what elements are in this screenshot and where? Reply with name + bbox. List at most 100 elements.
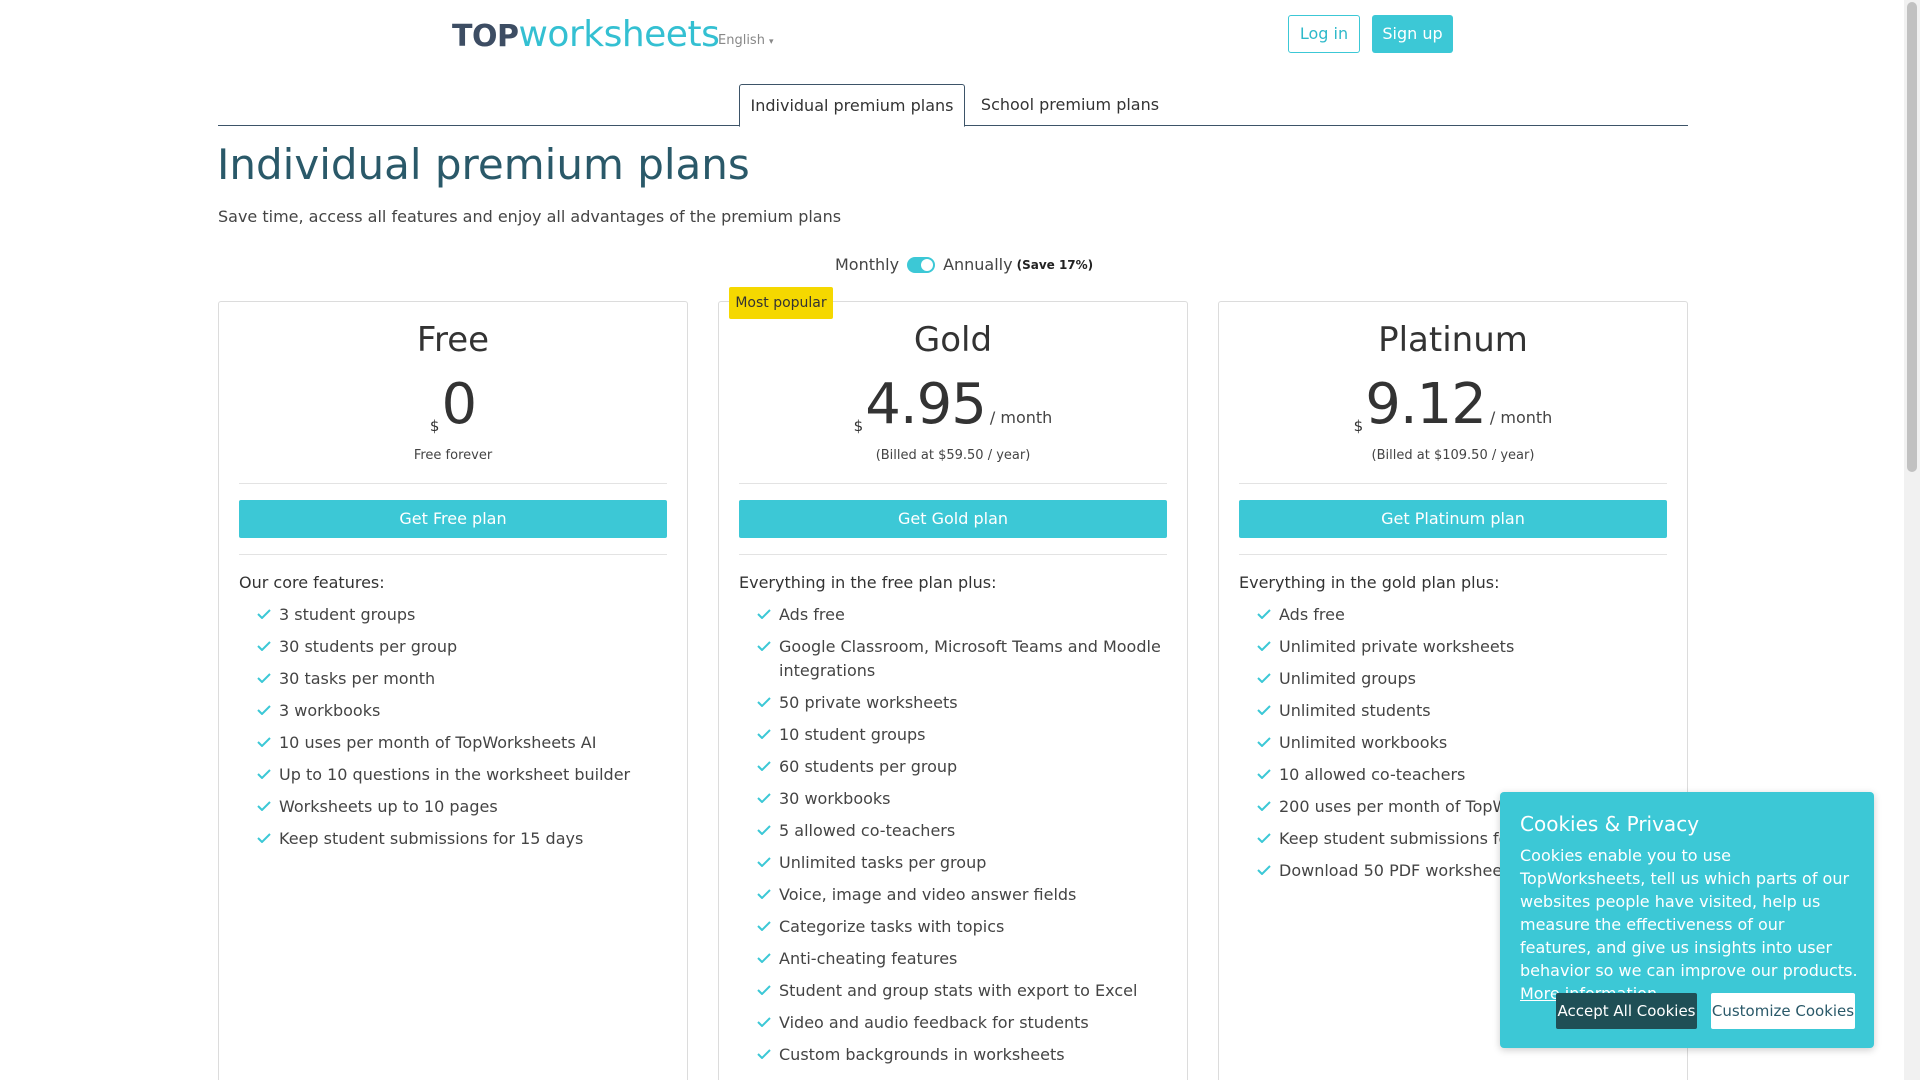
feature-text: Unlimited groups [1279, 669, 1416, 688]
feature-text: 10 uses per month of TopWorksheets AI [279, 733, 597, 752]
feature-item: Unlimited students [1257, 699, 1667, 723]
scrollbar-thumb[interactable] [1907, 2, 1917, 472]
plan-tabs: Individual premium plans School premium … [218, 84, 1688, 127]
check-icon [257, 609, 271, 619]
check-icon [1257, 641, 1271, 651]
check-icon [257, 801, 271, 811]
feature-item: Up to 10 questions in the worksheet buil… [257, 763, 667, 787]
feature-item: 3 student groups [257, 603, 667, 627]
feature-text: Keep student submissions for 15 days [279, 829, 584, 848]
feature-item: Ads free [1257, 603, 1667, 627]
billing-toggle: Monthly Annually (Save 17%) [835, 255, 1093, 274]
customize-cookies-button[interactable]: Customize Cookies [1711, 993, 1855, 1029]
save-note: (Save 17%) [1016, 257, 1094, 272]
get-platinum-plan-button[interactable]: Get Platinum plan [1239, 500, 1667, 538]
feature-item: Ads free [757, 603, 1167, 627]
feature-text: 200 uses per month of TopWo [1279, 797, 1518, 816]
feature-text: 30 workbooks [779, 789, 891, 808]
price-row: $0 [219, 372, 687, 437]
topworksheets-logo[interactable]: TOPworksheets [452, 14, 720, 55]
divider [739, 483, 1167, 484]
feature-item: Unlimited tasks per group [757, 851, 1167, 875]
price-period: / month [1489, 408, 1553, 427]
caret-down-icon: ▾ [768, 37, 774, 47]
price-amount: 0 [441, 372, 477, 437]
feature-text: Ads free [779, 605, 845, 624]
feature-item: 10 student groups [757, 723, 1167, 747]
feature-text: Unlimited workbooks [1279, 733, 1448, 752]
plan-name: Platinum [1378, 320, 1528, 360]
check-icon [757, 697, 771, 707]
annually-label: Annually [943, 255, 1013, 274]
most-popular-badge: Most popular [729, 287, 833, 319]
tab-individual-premium-plans[interactable]: Individual premium plans [739, 84, 965, 127]
language-selector[interactable]: English ▾ [718, 33, 773, 48]
accept-all-cookies-button[interactable]: Accept All Cookies [1556, 993, 1697, 1029]
cookie-description: Cookies enable you to use TopWorksheets,… [1520, 846, 1858, 980]
feature-text: Unlimited tasks per group [779, 853, 987, 872]
cookie-text: Cookies enable you to use TopWorksheets,… [1520, 844, 1860, 1005]
feature-item: Worksheets up to 10 pages [257, 795, 667, 819]
feature-item: Keep student submissions for 15 days [257, 827, 667, 851]
feature-text: Student and group stats with export to E… [779, 981, 1138, 1000]
check-icon [757, 641, 771, 651]
check-icon [757, 953, 771, 963]
feature-item: Google Classroom, Microsoft Teams and Mo… [757, 635, 1167, 683]
price-currency: $ [1353, 417, 1364, 435]
feature-item: Unlimited groups [1257, 667, 1667, 691]
features-intro: Everything in the free plan plus: [739, 573, 997, 592]
feature-list: 3 student groups 30 students per group 30 … [257, 603, 667, 859]
login-button[interactable]: Log in [1288, 15, 1360, 53]
feature-text: 3 student groups [279, 605, 416, 624]
check-icon [757, 761, 771, 771]
page-title: Individual premium plans [217, 140, 750, 189]
feature-text: 3 workbooks [279, 701, 381, 720]
feature-item: Anti-cheating features [757, 947, 1167, 971]
feature-text: 50 private worksheets [779, 693, 958, 712]
check-icon [757, 889, 771, 899]
price-currency: $ [429, 417, 440, 435]
feature-text: Categorize tasks with topics [779, 917, 1005, 936]
plan-card-gold: Most popular Gold $4.95/ month (Billed a… [718, 287, 1188, 1080]
divider [739, 554, 1167, 555]
feature-item: Categorize tasks with topics [757, 915, 1167, 939]
price-amount: 9.12 [1365, 372, 1487, 437]
divider [1239, 554, 1667, 555]
check-icon [257, 705, 271, 715]
divider [239, 483, 667, 484]
price-row: $4.95/ month [719, 372, 1187, 437]
feature-item: 30 tasks per month [257, 667, 667, 691]
feature-text: Google Classroom, Microsoft Teams and Mo… [779, 637, 1161, 680]
feature-item: 30 students per group [257, 635, 667, 659]
check-icon [757, 609, 771, 619]
check-icon [257, 673, 271, 683]
monthly-label: Monthly [835, 255, 900, 274]
signup-button[interactable]: Sign up [1372, 15, 1453, 53]
tab-school-premium-plans[interactable]: School premium plans [980, 84, 1160, 126]
get-gold-plan-button[interactable]: Get Gold plan [739, 500, 1167, 538]
check-icon [1257, 609, 1271, 619]
plan-name: Free [416, 320, 490, 360]
plan-name: Gold [913, 320, 993, 360]
feature-item: 3 workbooks [257, 699, 667, 723]
feature-item: 60 students per group [757, 755, 1167, 779]
check-icon [757, 1049, 771, 1059]
check-icon [1257, 737, 1271, 747]
divider [1239, 483, 1667, 484]
check-icon [1257, 833, 1271, 843]
billing-note: (Billed at $59.50 / year) [875, 448, 1031, 463]
feature-text: Unlimited students [1279, 701, 1431, 720]
get-free-plan-button[interactable]: Get Free plan [239, 500, 667, 538]
feature-text: Up to 10 questions in the worksheet buil… [279, 765, 631, 784]
features-intro: Our core features: [239, 573, 385, 592]
page-scrollbar[interactable] [1904, 0, 1920, 1080]
cookie-title: Cookies & Privacy [1520, 812, 1700, 836]
billing-period-switch[interactable] [907, 256, 936, 273]
check-icon [757, 921, 771, 931]
check-icon [257, 641, 271, 651]
feature-text: Video and audio feedback for students [779, 1013, 1089, 1032]
feature-text: Voice, image and video answer fields [779, 885, 1077, 904]
top-header: TOPworksheets English ▾ Log in Sign up [0, 0, 1904, 72]
logo-top-text: TOP [452, 19, 519, 54]
check-icon [757, 729, 771, 739]
